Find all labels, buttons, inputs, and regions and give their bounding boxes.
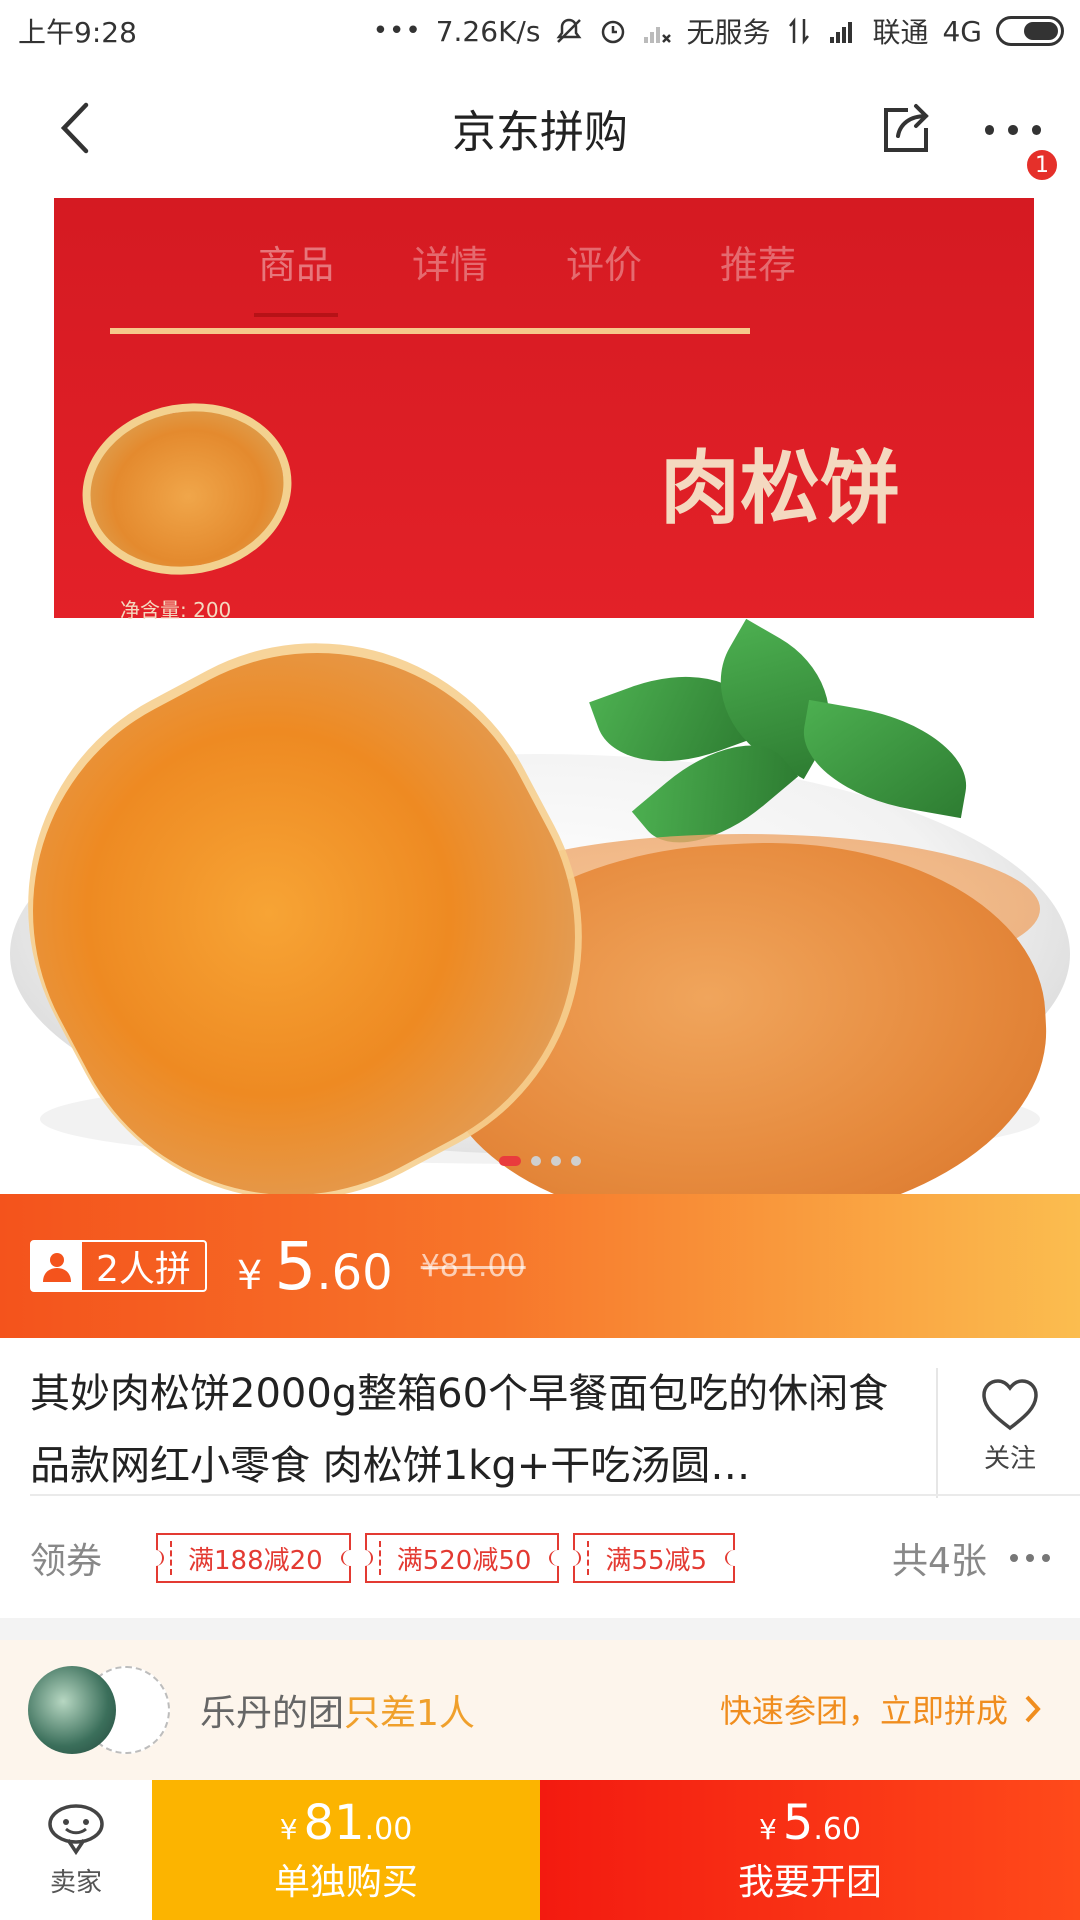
slide-dot bbox=[571, 1156, 581, 1166]
group-size-label: 2人拼 bbox=[96, 1249, 191, 1290]
group-join-row[interactable]: 乐丹的团只差1人 快速参团，立即拼成 bbox=[0, 1640, 1080, 1780]
join-group-link[interactable]: 快速参团，立即拼成 bbox=[720, 1686, 1042, 1732]
tab-details[interactable]: 详情 bbox=[412, 234, 488, 317]
person-icon bbox=[32, 1242, 82, 1290]
share-button[interactable] bbox=[876, 98, 936, 158]
group-buy-price: ¥ 5 .60 bbox=[758, 1795, 862, 1851]
tab-reviews[interactable]: 评价 bbox=[566, 234, 642, 317]
mute-icon bbox=[554, 17, 584, 45]
slide-indicator bbox=[0, 1156, 1080, 1166]
slide-dot bbox=[551, 1156, 561, 1166]
heart-icon bbox=[982, 1379, 1038, 1431]
nav-bar: 京东拼购 1 bbox=[0, 62, 1080, 194]
carrier-2: 联通 bbox=[872, 16, 929, 49]
product-title-section: 其妙肉松饼2000g整箱60个早餐面包吃的休闲食品款网红小零食 肉松饼1kg+干… bbox=[0, 1338, 1080, 1498]
chat-icon bbox=[48, 1803, 104, 1855]
tab-recommend[interactable]: 推荐 bbox=[720, 234, 796, 317]
product-gallery[interactable]: 肉松饼 商品 详情 评价 推荐 净含量: 200 bbox=[0, 194, 1080, 1194]
data-transfer-icon bbox=[784, 17, 814, 45]
seller-button[interactable]: 卖家 bbox=[0, 1780, 152, 1920]
coupon-item[interactable]: 满188减20 bbox=[148, 1533, 359, 1583]
page-title: 京东拼购 bbox=[452, 107, 628, 158]
slide-dot-active bbox=[499, 1156, 521, 1166]
group-size-tag: 2人拼 bbox=[30, 1240, 207, 1292]
start-group-label: 我要开团 bbox=[737, 1862, 882, 1903]
price-bar: 2人拼 ¥ 5 .60 ¥81.00 bbox=[0, 1194, 1080, 1338]
chevron-right-icon bbox=[1025, 1695, 1041, 1723]
status-time: 上午9:28 bbox=[18, 16, 137, 49]
start-group-button[interactable]: ¥ 5 .60 我要开团 bbox=[540, 1780, 1080, 1920]
avatar bbox=[28, 1666, 116, 1754]
buy-alone-label: 单独购买 bbox=[273, 1862, 418, 1903]
original-price: ¥81.00 bbox=[420, 1248, 526, 1284]
box-net-weight: 净含量: 200 bbox=[120, 598, 232, 622]
coupon-row[interactable]: 领券 满188减20 满520减50 满55减5 共4张 bbox=[0, 1498, 1080, 1618]
group-owner-text: 乐丹的团只差1人 bbox=[200, 1693, 475, 1734]
notification-badge: 1 bbox=[1025, 148, 1059, 182]
coupon-label: 领券 bbox=[30, 1541, 103, 1582]
seller-label: 卖家 bbox=[49, 1867, 102, 1898]
tab-product[interactable]: 商品 bbox=[253, 234, 339, 317]
coupon-item[interactable]: 满520减50 bbox=[356, 1533, 568, 1583]
follow-button[interactable]: 关注 bbox=[960, 1378, 1060, 1475]
status-more-dots: ••• bbox=[372, 16, 422, 46]
more-dots-icon[interactable] bbox=[1010, 1554, 1050, 1562]
group-price: ¥ 5 .60 bbox=[236, 1227, 393, 1305]
back-button[interactable] bbox=[46, 98, 106, 158]
single-price: ¥ 81 .00 bbox=[279, 1795, 413, 1851]
carrier-1: 无服务 bbox=[686, 16, 771, 49]
network-type: 4G bbox=[942, 14, 982, 48]
status-bar: 上午9:28 ••• 7.26K/s 无服务 联通 4G bbox=[0, 0, 1080, 62]
bottom-action-bar: 卖家 ¥ 81 .00 单独购买 ¥ 5 .60 我要开团 bbox=[0, 1780, 1080, 1920]
signal-icon bbox=[828, 17, 858, 45]
box-brand-text: 肉松饼 bbox=[660, 441, 900, 535]
detail-tabs: 商品 详情 评价 推荐 bbox=[253, 234, 796, 317]
alarm-icon bbox=[598, 17, 628, 45]
coupon-count: 共4张 bbox=[892, 1541, 987, 1582]
product-title: 其妙肉松饼2000g整箱60个早餐面包吃的休闲食品款网红小零食 肉松饼1kg+干… bbox=[30, 1371, 889, 1489]
battery-icon bbox=[996, 16, 1064, 46]
coupon-item[interactable]: 满55减5 bbox=[565, 1533, 743, 1583]
no-signal-icon bbox=[642, 17, 672, 45]
buy-alone-button[interactable]: ¥ 81 .00 单独购买 bbox=[152, 1780, 540, 1920]
network-speed: 7.26K/s bbox=[435, 14, 541, 48]
slide-dot bbox=[531, 1156, 541, 1166]
share-icon bbox=[884, 104, 929, 152]
chevron-left-icon bbox=[60, 102, 89, 154]
follow-label: 关注 bbox=[983, 1444, 1036, 1474]
